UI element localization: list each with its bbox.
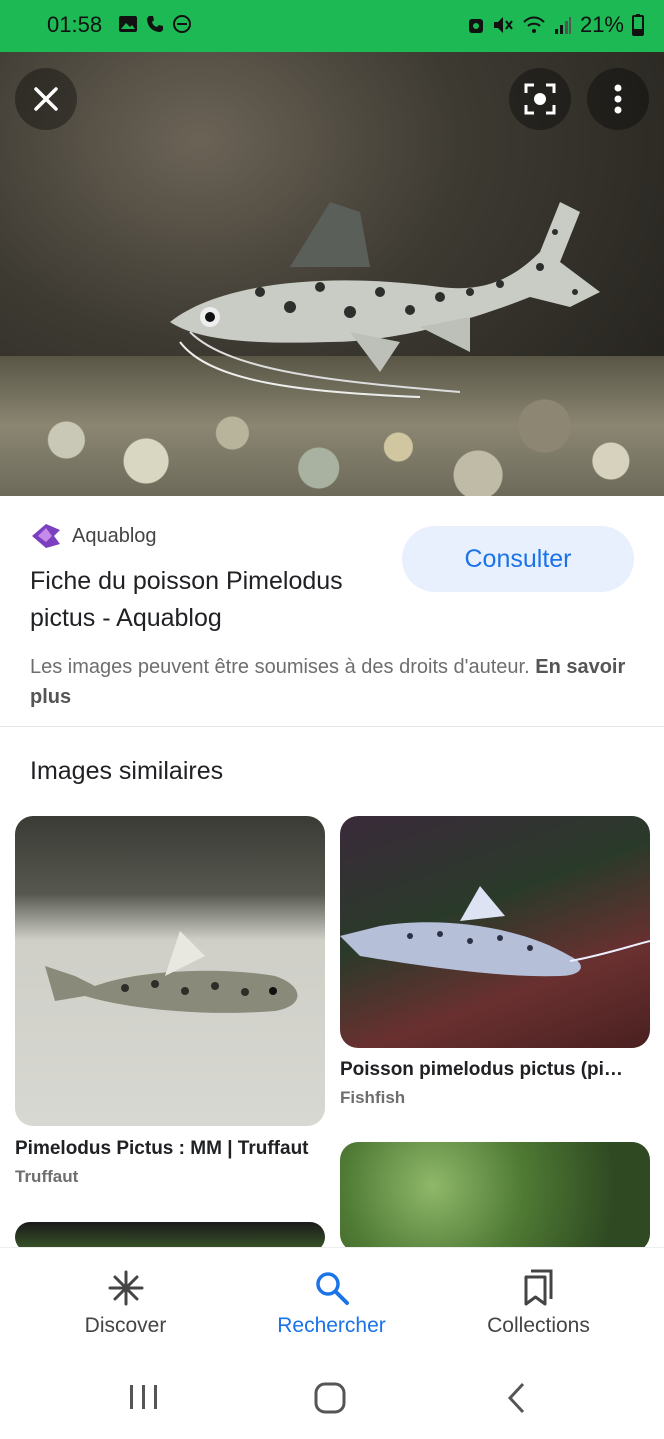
search-icon [315, 1272, 349, 1305]
result-title[interactable]: Fiche du poisson Pimelodus pictus - Aqua… [30, 563, 400, 637]
catfish-thumb-2 [340, 886, 650, 977]
copyright-notice: Les images peuvent être soumises à des d… [30, 652, 630, 712]
similar-image-2[interactable] [340, 816, 650, 1048]
catfish-illustration [170, 202, 600, 398]
divider [0, 726, 664, 727]
consult-button[interactable]: Consulter [402, 526, 634, 592]
more-vert-icon [614, 84, 622, 114]
system-navigation-bar [0, 1359, 664, 1439]
do-not-disturb-icon [173, 15, 191, 33]
asterisk-icon [108, 1270, 143, 1306]
collections-icon [524, 1269, 552, 1306]
close-button[interactable] [15, 68, 77, 130]
lens-button[interactable] [509, 68, 571, 130]
source-row[interactable]: Aquablog [30, 520, 157, 552]
nav-discover-label: Discover [84, 1314, 167, 1337]
alarm-icon [468, 19, 483, 33]
nav-search[interactable]: Rechercher [221, 1248, 442, 1360]
similar-image-4[interactable] [340, 1142, 650, 1252]
catfish-thumb-1 [45, 931, 298, 1013]
signal-icon [554, 17, 571, 34]
home-icon[interactable] [313, 1381, 347, 1415]
nav-discover[interactable]: Discover [15, 1248, 236, 1360]
source-name: Aquablog [72, 524, 157, 547]
status-bar: 01:58 21% [0, 0, 664, 52]
nav-collections[interactable]: Collections [428, 1248, 649, 1360]
close-icon [34, 87, 58, 111]
battery-icon [632, 14, 644, 36]
copyright-text: Les images peuvent être soumises à des d… [30, 656, 530, 678]
nav-collections-label: Collections [487, 1314, 590, 1337]
similar-image-1[interactable] [15, 816, 325, 1126]
wifi-icon [523, 16, 545, 33]
recent-apps-icon[interactable] [128, 1383, 160, 1411]
mute-icon [493, 17, 513, 33]
more-options-button[interactable] [587, 68, 649, 130]
similar-title-1[interactable]: Pimelodus Pictus : MM | Truffaut [15, 1138, 315, 1160]
aquablog-logo-icon [32, 524, 60, 548]
image-icon [119, 16, 137, 32]
similar-source-2: Fishfish [340, 1088, 406, 1107]
similar-source-1: Truffaut [15, 1167, 79, 1186]
status-time: 01:58 [47, 12, 103, 37]
bottom-navigation: Discover Rechercher Collections [0, 1247, 664, 1360]
similar-images-title: Images similaires [30, 757, 224, 785]
similar-title-2[interactable]: Poisson pimelodus pictus (pictus) [340, 1059, 630, 1081]
back-icon[interactable] [505, 1381, 527, 1415]
nav-search-label: Rechercher [277, 1314, 386, 1337]
phone-icon [147, 16, 163, 32]
main-image[interactable] [0, 52, 664, 496]
battery-percent: 21% [579, 12, 624, 37]
lens-icon [524, 83, 556, 115]
